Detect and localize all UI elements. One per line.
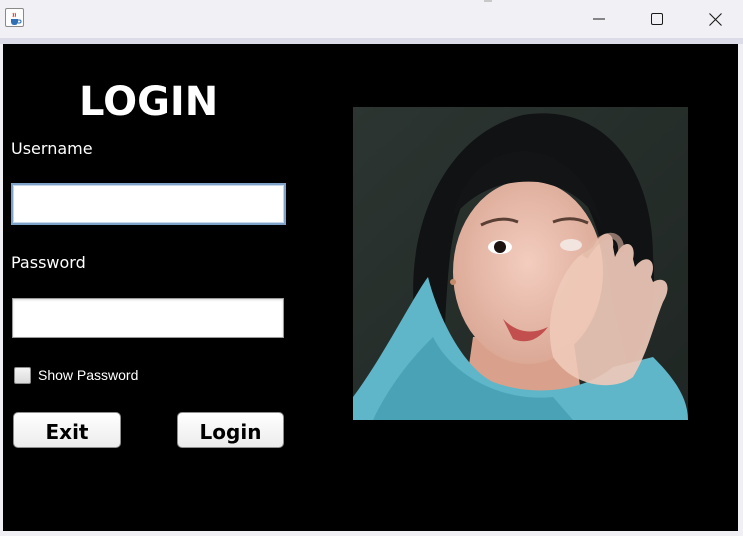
minimize-button[interactable]: [570, 0, 628, 38]
login-button[interactable]: Login: [177, 412, 284, 448]
maximize-icon: [651, 13, 663, 25]
show-password-checkbox[interactable]: [14, 367, 31, 384]
password-label: Password: [11, 253, 86, 272]
close-button[interactable]: [686, 0, 743, 38]
close-icon: [708, 12, 722, 26]
password-field[interactable]: [12, 298, 284, 338]
show-password-label[interactable]: Show Password: [38, 367, 138, 384]
java-cup-icon[interactable]: [5, 8, 24, 27]
profile-photo: [353, 107, 688, 420]
password-input[interactable]: [13, 299, 283, 337]
titlebar-marker: [484, 0, 492, 2]
minimize-icon: [593, 18, 605, 20]
username-input[interactable]: [13, 185, 284, 223]
title-bar: [0, 0, 743, 38]
page-title: LOGIN: [79, 79, 219, 125]
username-label: Username: [11, 139, 93, 158]
maximize-button[interactable]: [628, 0, 686, 38]
username-field[interactable]: [11, 183, 286, 225]
exit-button[interactable]: Exit: [13, 412, 121, 448]
